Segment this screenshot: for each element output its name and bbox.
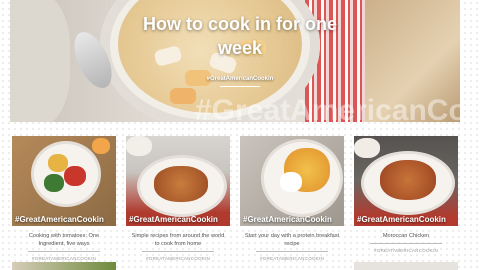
- next-card-preview[interactable]: [354, 262, 458, 270]
- hero-banner[interactable]: How to cook in for one week #GreatAmeric…: [10, 0, 460, 122]
- recipe-card[interactable]: #GreatAmericanCookin Moroccan Chicken #G…: [354, 136, 458, 270]
- recipe-card-title[interactable]: Start your day with a protein breakfast …: [240, 232, 344, 248]
- recipe-card-divider: [370, 243, 442, 244]
- recipe-card-source: #GREATAMERICANCOOKIN: [373, 248, 439, 253]
- food-image: [380, 160, 436, 200]
- recipe-card-title[interactable]: Simple recipes from around the world to …: [126, 232, 230, 248]
- recipe-card[interactable]: #GreatAmericanCookin Simple recipes from…: [126, 136, 230, 270]
- recipe-card-photo[interactable]: #GreatAmericanCookin: [240, 136, 344, 226]
- hero-divider: [220, 86, 260, 87]
- recipe-card-photo[interactable]: #GreatAmericanCookin: [354, 136, 458, 226]
- recipe-card-photo[interactable]: #GreatAmericanCookin: [12, 136, 116, 226]
- food-image: [64, 166, 86, 186]
- recipe-card-divider: [256, 251, 328, 252]
- next-card-preview[interactable]: [12, 262, 116, 270]
- hero-title[interactable]: How to cook in for one week: [120, 12, 360, 60]
- recipe-card-divider: [142, 251, 214, 252]
- food-image: [280, 172, 302, 192]
- recipe-card-hashtag: #GreatAmericanCookin: [15, 215, 104, 224]
- recipe-card-source: #GREATAMERICANCOOKIN: [31, 256, 97, 261]
- food-image: [126, 136, 152, 156]
- hero-plate-image: [10, 0, 70, 122]
- recipe-card-photo[interactable]: #GreatAmericanCookin: [126, 136, 230, 226]
- food-image: [154, 166, 208, 202]
- hero-hashtag: #GreatAmericanCookin: [206, 76, 274, 82]
- food-image: [44, 174, 64, 192]
- food-image: [354, 138, 380, 158]
- recipe-card[interactable]: #GreatAmericanCookin Cooking with tomato…: [12, 136, 116, 270]
- food-image: [92, 138, 110, 154]
- recipe-card-hashtag: #GreatAmericanCookin: [357, 215, 446, 224]
- recipe-card-source: #GREATAMERICANCOOKIN: [259, 256, 325, 261]
- recipe-card-title[interactable]: Cooking with tomatoes: One Ingredient, f…: [12, 232, 116, 248]
- recipe-card-title[interactable]: Moroccan Chicken: [354, 232, 458, 240]
- hero-fruit-piece: [170, 88, 196, 104]
- hero-watermark: #GreatAmericanCookin: [195, 94, 460, 123]
- recipe-card[interactable]: #GreatAmericanCookin Start your day with…: [240, 136, 344, 270]
- recipe-card-divider: [28, 251, 100, 252]
- recipe-card-hashtag: #GreatAmericanCookin: [129, 215, 218, 224]
- recipe-card-source: #GREATAMERICANCOOKIN: [145, 256, 211, 261]
- recipe-card-hashtag: #GreatAmericanCookin: [243, 215, 332, 224]
